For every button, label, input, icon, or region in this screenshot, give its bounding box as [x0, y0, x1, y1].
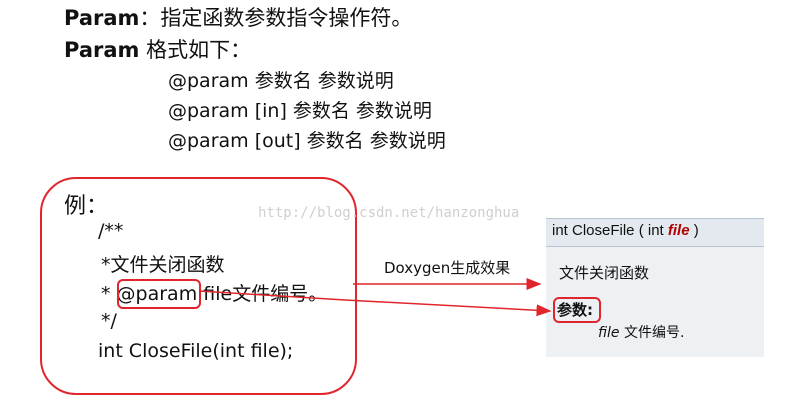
connector-arrows — [198, 278, 552, 317]
arrow-to-params — [198, 290, 552, 317]
